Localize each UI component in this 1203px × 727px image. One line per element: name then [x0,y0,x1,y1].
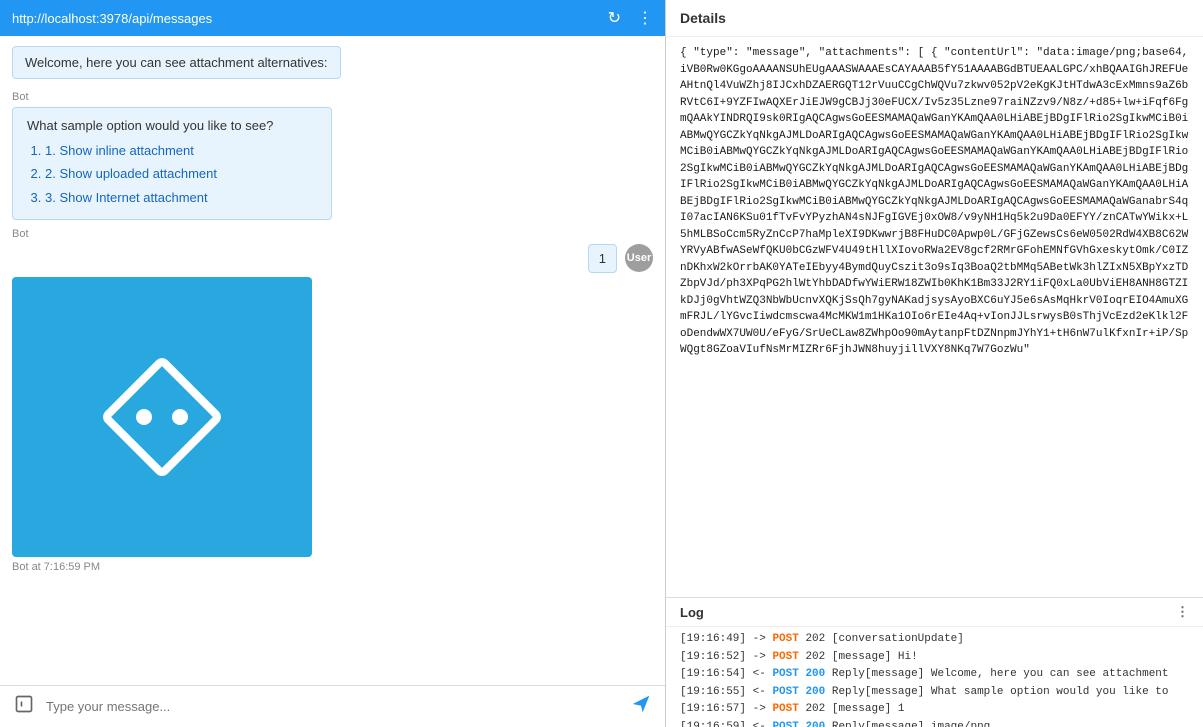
bot-label-2: Bot [12,228,653,240]
send-button[interactable] [627,694,655,719]
right-panel: Details { "type": "message", "attachment… [666,0,1203,727]
input-area [0,685,665,727]
log-desc-1: [conversationUpdate] [832,633,964,645]
details-json: { "type": "message", "attachments": [ { … [680,47,1188,356]
log-code-6: 200 [805,721,831,727]
log-section: Log ⋮ [19:16:49] -> POST 202 [conversati… [666,597,1203,727]
options-message: What sample option would you like to see… [12,107,332,220]
bot-image-message: Bot at 7:16:59 PM [12,277,653,573]
log-arrow-4: <- [753,686,773,698]
option-1[interactable]: 1. Show inline attachment [45,139,317,162]
log-entry-1: [19:16:49] -> POST 202 [conversationUpda… [680,631,1189,649]
log-desc-2: [message] Hi! [832,651,918,663]
log-header: Log ⋮ [666,598,1203,627]
log-desc-5: [message] 1 [832,703,905,715]
user-message-row: 1 User [12,244,653,273]
log-code-2: 202 [805,651,831,663]
chat-panel: http://localhost:3978/api/messages ↻ ⋮ W… [0,0,666,727]
log-arrow-3: <- [753,668,773,680]
log-arrow-6: <- [753,721,773,727]
log-arrow-1: -> [753,633,773,645]
log-time-5: [19:16:57] [680,703,753,715]
options-list: 1. Show inline attachment 2. Show upload… [45,139,317,209]
bot-label-1: Bot [12,91,653,103]
log-entry-3: [19:16:54] <- POST 200 Reply[message] We… [680,666,1189,684]
log-entry-4: [19:16:55] <- POST 200 Reply[message] Wh… [680,684,1189,702]
log-time-1: [19:16:49] [680,633,753,645]
log-entry-6: [19:16:59] <- POST 200 Reply[message] im… [680,719,1189,727]
log-desc-4: Reply[message] What sample option would … [832,686,1169,698]
log-arrow-2: -> [753,651,773,663]
log-entry-2: [19:16:52] -> POST 202 [message] Hi! [680,649,1189,667]
header-icons: ↻ ⋮ [608,8,653,28]
log-code-3: 200 [805,668,831,680]
attachment-icon [14,694,34,714]
option-3[interactable]: 3. Show Internet attachment [45,186,317,209]
log-menu-icon[interactable]: ⋮ [1176,604,1189,620]
send-icon [631,694,651,714]
bot-timestamp: Bot at 7:16:59 PM [12,561,653,573]
log-method-2: POST [772,651,805,663]
user-message-bubble: 1 [588,244,617,273]
log-time-3: [19:16:54] [680,668,753,680]
chat-header: http://localhost:3978/api/messages ↻ ⋮ [0,0,665,36]
log-method-6: POST [772,721,805,727]
log-code-5: 202 [805,703,831,715]
log-method-4: POST [772,686,805,698]
log-desc-6: Reply[message] image/png [832,721,990,727]
options-title: What sample option would you like to see… [27,118,317,133]
log-time-6: [19:16:59] [680,721,753,727]
log-desc-3: Reply[message] Welcome, here you can see… [832,668,1169,680]
attachment-image [12,277,312,557]
diamond-svg-icon [72,327,252,507]
message-input[interactable] [46,699,619,714]
log-entry-5: [19:16:57] -> POST 202 [message] 1 [680,701,1189,719]
log-title: Log [680,605,704,620]
refresh-icon[interactable]: ↻ [608,8,621,28]
log-method-5: POST [772,703,805,715]
option-2[interactable]: 2. Show uploaded attachment [45,162,317,185]
log-time-4: [19:16:55] [680,686,753,698]
log-arrow-5: -> [753,703,773,715]
log-content: [19:16:49] -> POST 202 [conversationUpda… [666,627,1203,727]
log-code-1: 202 [805,633,831,645]
user-avatar: User [625,244,653,272]
details-header: Details [666,0,1203,37]
menu-icon[interactable]: ⋮ [637,8,653,28]
attach-button[interactable] [10,694,38,719]
details-content: { "type": "message", "attachments": [ { … [666,37,1203,597]
log-method-1: POST [772,633,805,645]
welcome-message: Welcome, here you can see attachment alt… [12,46,341,79]
log-code-4: 200 [805,686,831,698]
url-bar: http://localhost:3978/api/messages [12,11,212,26]
messages-area: Welcome, here you can see attachment alt… [0,36,665,685]
log-method-3: POST [772,668,805,680]
log-time-2: [19:16:52] [680,651,753,663]
